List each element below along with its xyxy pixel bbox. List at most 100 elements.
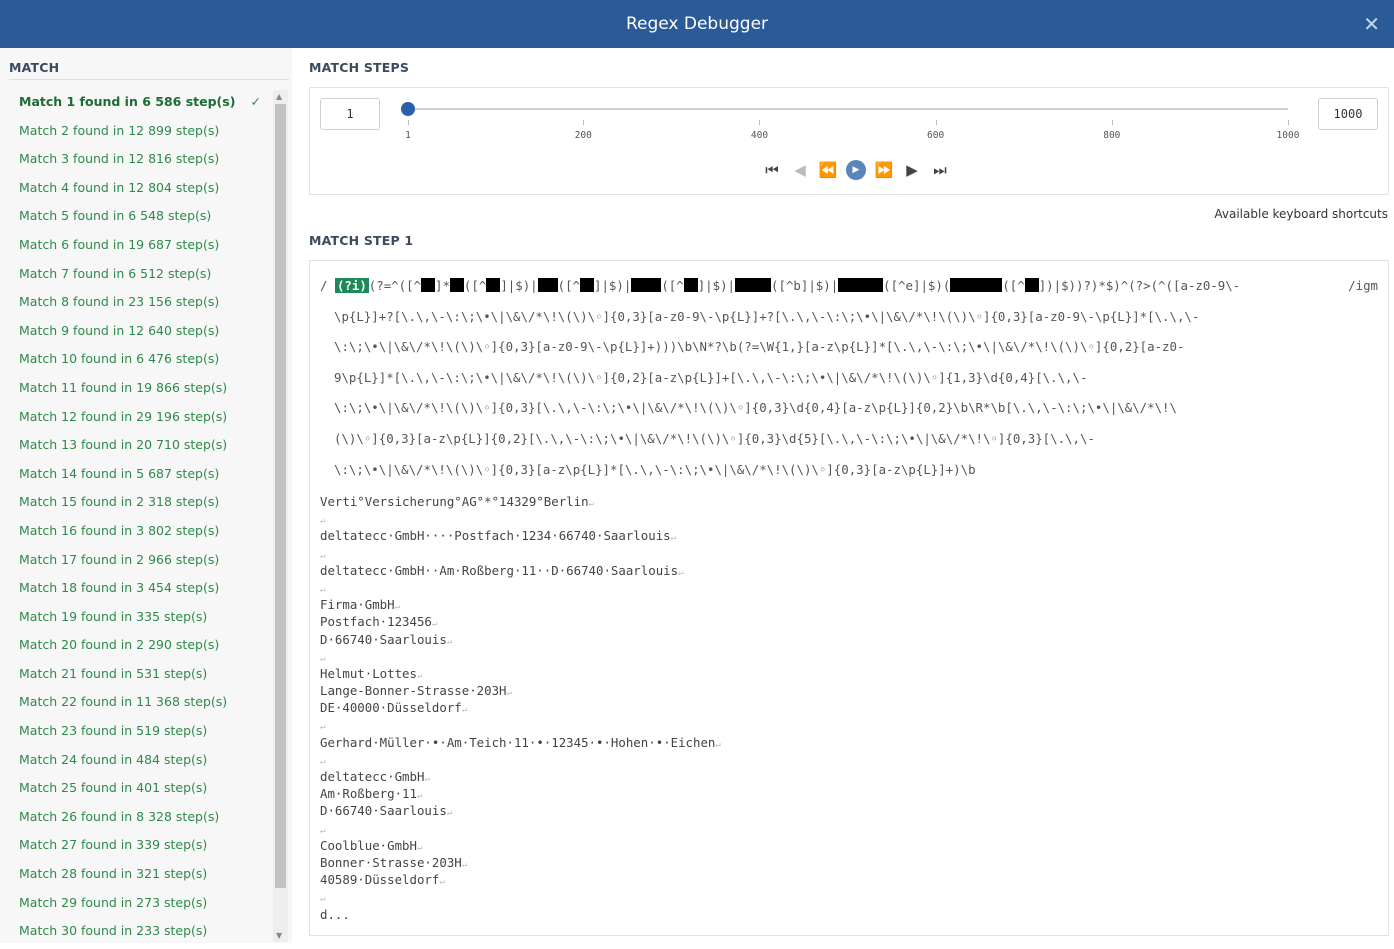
test-string-line: deltatecc·GmbH↵: [320, 768, 721, 785]
line-end-icon: ↵: [670, 533, 677, 544]
match-label: Match 16 found in 3 802 step(s): [19, 522, 220, 538]
match-step-title: MATCH STEP 1: [309, 233, 414, 248]
match-list-item[interactable]: Match 30 found in 233 step(s): [19, 920, 269, 949]
regex-pattern: / (?i) (?=^([^]* ([^]|$)| ([^]|$)| ([^]|$)| (…: [320, 275, 1320, 489]
next-step-icon[interactable]: ▶: [898, 160, 926, 180]
line-text: DE·40000·Düsseldorf: [320, 700, 462, 716]
max-step-input[interactable]: 1000: [1318, 98, 1378, 130]
match-list-item[interactable]: Match 18 found in 3 454 step(s): [19, 577, 269, 606]
test-string-line: ↵: [320, 545, 721, 562]
line-end-icon: ↵: [320, 894, 326, 905]
match-list-item[interactable]: Match 15 found in 2 318 step(s): [19, 491, 269, 520]
match-label: Match 17 found in 2 966 step(s): [19, 551, 220, 567]
regex-text: ([^: [557, 278, 581, 293]
match-label: Match 10 found in 6 476 step(s): [19, 351, 220, 367]
play-icon[interactable]: ▶: [842, 160, 870, 180]
match-list-item[interactable]: Match 25 found in 401 step(s): [19, 777, 269, 806]
match-list-item[interactable]: Match 3 found in 12 816 step(s): [19, 148, 269, 177]
line-end-icon: ↵: [461, 705, 468, 716]
match-label: Match 9 found in 12 640 step(s): [19, 322, 220, 338]
scrollbar[interactable]: ▲ ▼: [273, 90, 288, 942]
test-string-line: ↵: [320, 579, 721, 596]
test-string-line: ↵: [320, 888, 721, 905]
match-list-item[interactable]: Match 2 found in 12 899 step(s): [19, 120, 269, 149]
redacted-block: [486, 278, 501, 292]
match-list-item[interactable]: Match 21 found in 531 step(s): [19, 663, 269, 692]
slider-tick: [583, 120, 585, 125]
test-string: Verti°Versicherung°AG°*°14329°Berlin↵ ↵ de…: [320, 493, 721, 923]
match-list-item[interactable]: Match 13 found in 20 710 step(s): [19, 434, 269, 463]
redacted-block: [950, 278, 1003, 292]
line-text: Helmut·Lottes: [320, 665, 417, 681]
match-list-item[interactable]: Match 7 found in 6 512 step(s): [19, 263, 269, 292]
regex-line: \:\;\•\|\&\/*\!\(\)\◦]{0,3}[\.\,\-\:\;\•…: [334, 400, 1177, 416]
match-label: Match 20 found in 2 290 step(s): [19, 637, 220, 653]
keyboard-shortcuts-link[interactable]: Available keyboard shortcuts: [1214, 207, 1388, 221]
match-list-item[interactable]: Match 17 found in 2 966 step(s): [19, 549, 269, 578]
slider-tick-label: 1: [405, 130, 411, 141]
redacted-block: [449, 278, 464, 292]
match-label: Match 8 found in 23 156 step(s): [19, 294, 220, 310]
match-list-item[interactable]: Match 23 found in 519 step(s): [19, 720, 269, 749]
match-label: Match 5 found in 6 548 step(s): [19, 208, 212, 224]
match-list-item[interactable]: Match 6 found in 19 687 step(s): [19, 234, 269, 263]
match-list-item[interactable]: Match 11 found in 19 866 step(s): [19, 377, 269, 406]
match-label: Match 19 found in 335 step(s): [19, 608, 208, 624]
divider: [9, 79, 289, 80]
test-string-line: ↵: [320, 716, 721, 733]
match-list-item[interactable]: Match 1 found in 6 586 step(s) ✓: [19, 91, 269, 120]
match-list-item[interactable]: Match 28 found in 321 step(s): [19, 863, 269, 892]
current-step-input[interactable]: 1: [320, 98, 380, 130]
match-label: Match 18 found in 3 454 step(s): [19, 580, 220, 596]
match-list-item[interactable]: Match 8 found in 23 156 step(s): [19, 291, 269, 320]
scrollbar-thumb[interactable]: [275, 104, 286, 888]
match-list-item[interactable]: Match 20 found in 2 290 step(s): [19, 634, 269, 663]
test-string-line: Lange-Bonner-Strasse·203H↵: [320, 682, 721, 699]
line-end-icon: ↵: [320, 756, 326, 767]
match-list-item[interactable]: Match 9 found in 12 640 step(s): [19, 320, 269, 349]
match-list-item[interactable]: Match 10 found in 6 476 step(s): [19, 348, 269, 377]
scroll-down-icon[interactable]: ▼: [276, 931, 282, 940]
test-string-line: ↵: [320, 510, 721, 527]
regex-text: ([^e]|$)(: [883, 278, 951, 293]
rewind-icon[interactable]: ⏪: [814, 160, 842, 180]
match-list-item[interactable]: Match 24 found in 484 step(s): [19, 749, 269, 778]
match-list-item[interactable]: Match 16 found in 3 802 step(s): [19, 520, 269, 549]
match-list-item[interactable]: Match 12 found in 29 196 step(s): [19, 406, 269, 435]
prev-step-icon[interactable]: ◀: [786, 160, 814, 180]
regex-line: / (?i) (?=^([^]* ([^]|$)| ([^]|$)| ([^]|$)| (…: [320, 275, 1320, 306]
test-string-line: Helmut·Lottes↵: [320, 665, 721, 682]
match-list-item[interactable]: Match 22 found in 11 368 step(s): [19, 691, 269, 720]
regex-text: ]|$)|: [697, 278, 736, 293]
regex-text: (?=^([^: [368, 278, 421, 293]
match-list-item[interactable]: Match 4 found in 12 804 step(s): [19, 177, 269, 206]
match-list: Match 1 found in 6 586 step(s) ✓ Match 2 f…: [19, 91, 269, 949]
slider-tick: [408, 120, 409, 125]
slider-tick: [759, 120, 761, 125]
fast-forward-icon[interactable]: ⏩: [870, 160, 898, 180]
test-string-line: D·66740·Saarlouis↵: [320, 631, 721, 648]
match-label: Match 28 found in 321 step(s): [19, 866, 208, 882]
line-text: deltatecc·GmbH··Am·Roßberg·11··D·66740·S…: [320, 562, 679, 578]
match-list-item[interactable]: Match 27 found in 339 step(s): [19, 834, 269, 863]
step-slider-handle[interactable]: [401, 102, 415, 116]
match-list-item[interactable]: Match 29 found in 273 step(s): [19, 892, 269, 921]
match-label: Match 27 found in 339 step(s): [19, 837, 208, 853]
match-list-item[interactable]: Match 26 found in 8 328 step(s): [19, 806, 269, 835]
step-slider-track[interactable]: [408, 108, 1288, 110]
first-step-icon[interactable]: ⏮: [758, 160, 786, 180]
test-string-line: deltatecc·GmbH··Am·Roßberg·11··D·66740·S…: [320, 562, 721, 579]
last-step-icon[interactable]: ⏭: [926, 160, 954, 180]
test-string-line: ↵: [320, 751, 721, 768]
line-end-icon: ↵: [431, 619, 438, 630]
line-end-icon: ↵: [446, 808, 453, 819]
match-label: Match 1 found in 6 586 step(s): [19, 94, 236, 109]
regex-text: ([^: [1002, 278, 1025, 293]
scroll-up-icon[interactable]: ▲: [276, 92, 282, 101]
close-icon[interactable]: ✕: [1363, 0, 1380, 48]
match-list-item[interactable]: Match 19 found in 335 step(s): [19, 606, 269, 635]
match-list-item[interactable]: Match 5 found in 6 548 step(s): [19, 205, 269, 234]
line-text: D·66740·Saarlouis: [320, 631, 447, 647]
match-list-item[interactable]: Match 14 found in 5 687 step(s): [19, 463, 269, 492]
line-text: 40589·Düsseldorf: [320, 872, 440, 888]
